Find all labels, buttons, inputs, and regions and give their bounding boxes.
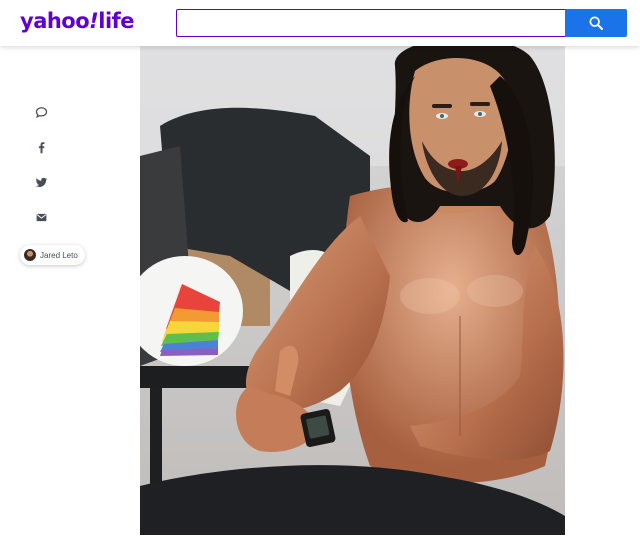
photo-illustration [140, 46, 565, 535]
facebook-share-button[interactable] [31, 137, 51, 157]
comment-icon [35, 106, 47, 118]
search-icon [589, 16, 603, 30]
article-photo [140, 46, 565, 535]
logo-primary: yahoo [20, 9, 90, 33]
logo-slash: ! [89, 9, 99, 33]
avatar [24, 249, 36, 261]
logo-secondary: life [98, 9, 135, 33]
facebook-icon [38, 141, 44, 153]
yahoo-life-logo[interactable]: yahoo!life [20, 9, 135, 33]
topic-tag-label: Jared Leto [40, 250, 78, 260]
email-share-button[interactable] [31, 207, 51, 227]
comment-button[interactable] [31, 102, 51, 122]
twitter-icon [35, 177, 47, 187]
search-input[interactable] [176, 9, 566, 37]
share-rail: Jared Leto [0, 46, 100, 538]
site-header: yahoo!life [0, 0, 640, 46]
mail-icon [36, 213, 46, 221]
topic-tag-jared-leto[interactable]: Jared Leto [20, 245, 85, 265]
search-button[interactable] [565, 9, 627, 37]
twitter-share-button[interactable] [31, 172, 51, 192]
